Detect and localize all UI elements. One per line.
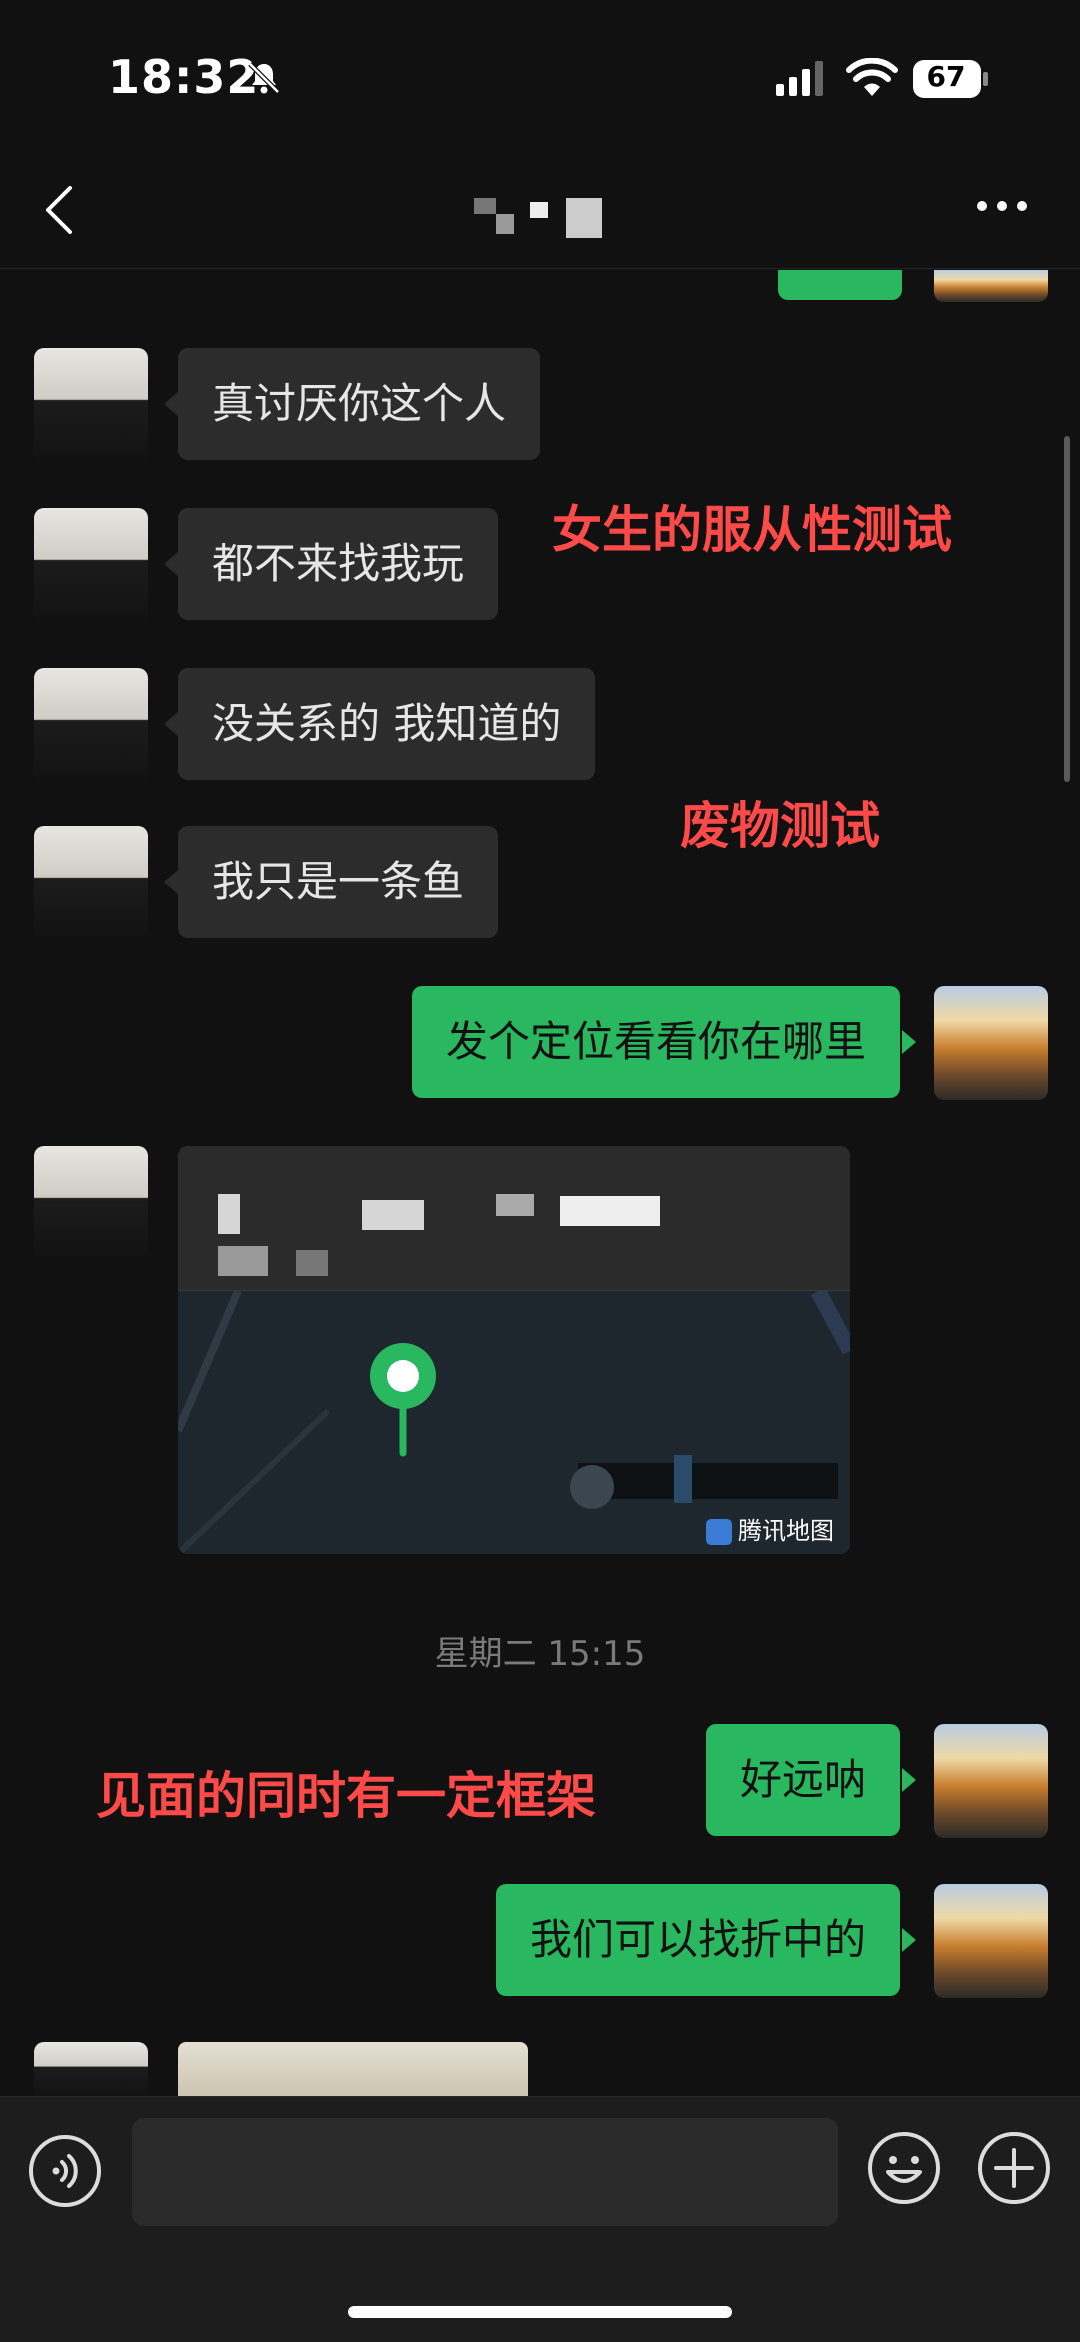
message-bubble-incoming[interactable]: 真讨厌你这个人 — [178, 348, 541, 460]
wifi-icon — [846, 58, 898, 96]
voice-icon[interactable] — [28, 2134, 102, 2208]
more-icon[interactable] — [974, 196, 1030, 216]
signal-icon — [776, 61, 823, 96]
avatar-me[interactable] — [934, 1884, 1048, 1998]
annotation-text: 女生的服从性测试 — [552, 501, 952, 559]
map-brand: 腾讯地图 — [706, 1511, 834, 1546]
message-bubble-incoming[interactable]: 没关系的 我知道的 — [178, 668, 596, 780]
avatar-contact[interactable] — [34, 826, 148, 940]
message-input[interactable] — [132, 2118, 838, 2226]
tencent-map-icon — [706, 1519, 732, 1545]
image-message-partial[interactable] — [178, 2042, 528, 2096]
location-pin-icon — [370, 1343, 436, 1457]
time-divider: 星期二 15:15 — [434, 1634, 646, 1674]
plus-icon[interactable] — [976, 2130, 1052, 2206]
message-bubble-outgoing[interactable]: 发个定位看看你在哪里 — [411, 986, 900, 1098]
location-header-blurred — [178, 1146, 850, 1291]
battery-level: 67 — [926, 60, 966, 93]
back-icon[interactable] — [40, 182, 80, 238]
avatar-contact[interactable] — [34, 1146, 148, 1260]
avatar-contact[interactable] — [34, 2042, 148, 2096]
message-bubble-incoming[interactable]: 我只是一条鱼 — [178, 826, 499, 938]
partial-outgoing-bubble — [778, 270, 902, 300]
avatar-me[interactable] — [934, 986, 1048, 1100]
emoji-icon[interactable] — [866, 2130, 942, 2206]
message-bubble-outgoing[interactable]: 我们可以找折中的 — [495, 1884, 900, 1996]
avatar-contact[interactable] — [34, 668, 148, 782]
avatar-contact[interactable] — [34, 508, 148, 622]
chat-title-blurred — [474, 198, 608, 238]
message-bubble-outgoing[interactable]: 好远呐 — [705, 1724, 900, 1836]
annotation-text: 见面的同时有一定框架 — [96, 1767, 596, 1825]
location-map[interactable]: 腾讯地图 — [178, 1291, 850, 1554]
message-bubble-incoming[interactable]: 都不来找我玩 — [178, 508, 499, 620]
avatar-me[interactable] — [934, 1724, 1048, 1838]
avatar-me[interactable] — [934, 270, 1048, 302]
location-card[interactable]: 腾讯地图 — [178, 1146, 850, 1554]
avatar-contact[interactable] — [34, 348, 148, 462]
annotation-text: 废物测试 — [680, 797, 880, 855]
home-indicator[interactable] — [348, 2306, 732, 2318]
bell-mute-icon — [248, 62, 280, 94]
scrollbar[interactable] — [1064, 436, 1070, 782]
status-time: 18:32 — [108, 50, 260, 104]
